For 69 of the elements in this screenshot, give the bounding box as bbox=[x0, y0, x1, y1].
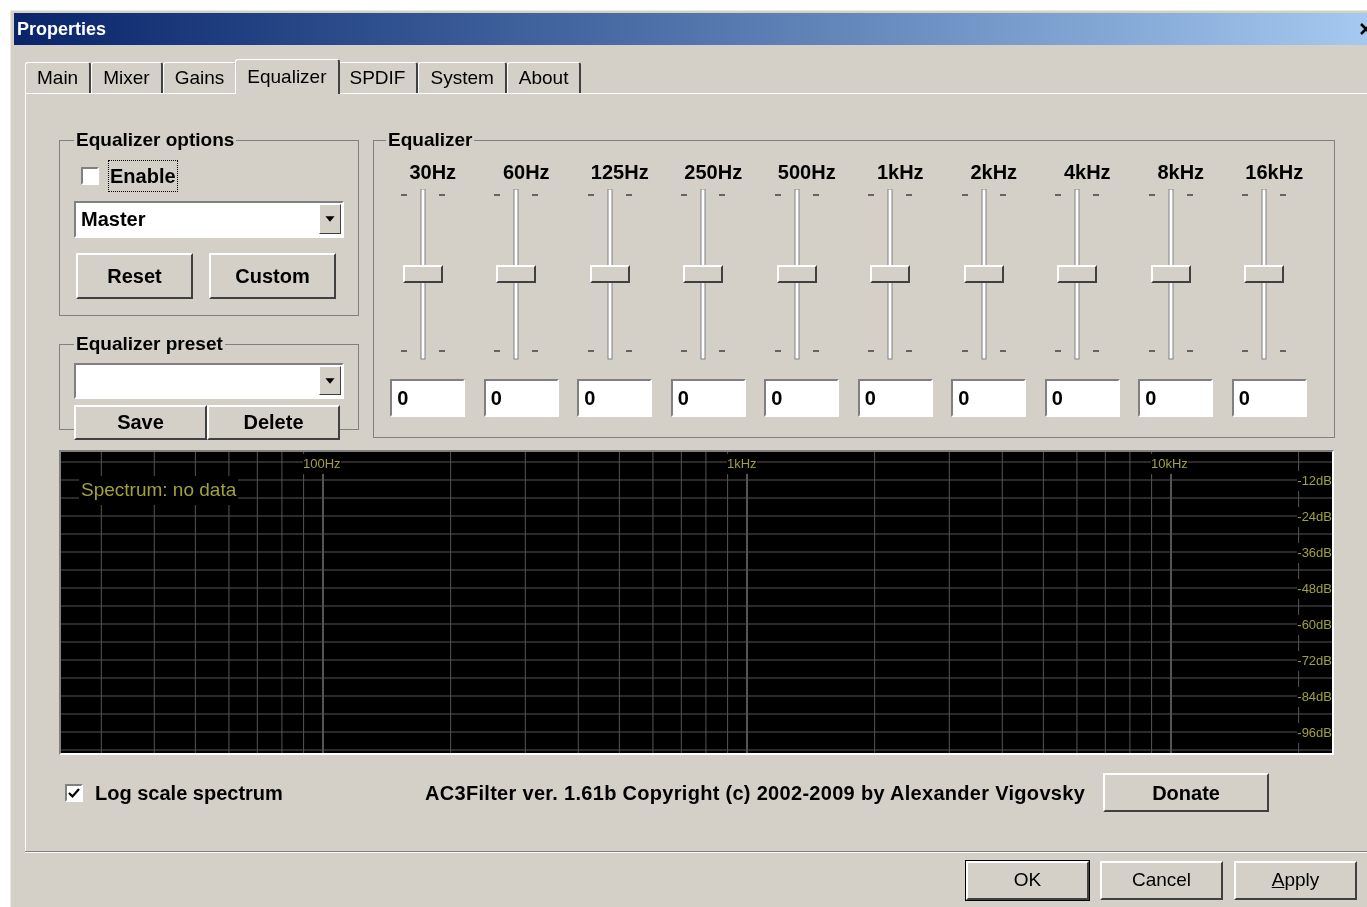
tab[interactable]: Equalizer bbox=[235, 59, 340, 94]
axis-label: -72dB bbox=[1297, 651, 1332, 671]
dialog-button[interactable]: Cancel bbox=[1100, 861, 1223, 900]
band-label: 500Hz bbox=[777, 159, 836, 185]
spectrum-status: Spectrum: no data bbox=[79, 476, 239, 505]
axis-label: -12dB bbox=[1297, 471, 1332, 491]
action-button[interactable]: Reset bbox=[76, 252, 193, 299]
band-label: 30Hz bbox=[409, 159, 457, 185]
group-title: Equalizer preset bbox=[75, 332, 224, 356]
action-button[interactable]: Custom bbox=[209, 252, 336, 299]
slider-thumb[interactable] bbox=[870, 264, 911, 283]
checkbox[interactable] bbox=[81, 166, 99, 185]
band-label: 16kHz bbox=[1245, 159, 1304, 185]
axis-label: -48dB bbox=[1297, 579, 1332, 599]
slider-thumb[interactable] bbox=[963, 264, 1004, 283]
band-label: 2kHz bbox=[970, 159, 1018, 185]
slider-thumb[interactable] bbox=[1150, 264, 1191, 283]
tab[interactable]: Main bbox=[25, 62, 92, 93]
tab[interactable]: SPDIF bbox=[337, 62, 419, 93]
donate-button[interactable]: Donate bbox=[1103, 773, 1270, 812]
band-label: 4kHz bbox=[1063, 159, 1111, 185]
axis-label: 1kHz bbox=[727, 454, 757, 474]
band-label: 8kHz bbox=[1157, 159, 1205, 185]
value-field[interactable]: 0 bbox=[1044, 378, 1120, 417]
tab[interactable]: System bbox=[418, 62, 507, 93]
checkbox-label[interactable]: Enable bbox=[109, 160, 177, 191]
value-field[interactable]: 0 bbox=[951, 378, 1027, 417]
checkbox-label[interactable]: Log scale spectrum bbox=[95, 777, 283, 808]
axis-label: 10kHz bbox=[1151, 454, 1188, 474]
slider-thumb[interactable] bbox=[1244, 264, 1285, 283]
slider-thumb[interactable] bbox=[589, 264, 630, 283]
axis-label: -96dB bbox=[1297, 723, 1332, 743]
band-label: 250Hz bbox=[684, 159, 743, 185]
copyright-text: AC3Filter ver. 1.61b Copyright (c) 2002-2009 by Alexander Vigovsky bbox=[425, 780, 1086, 806]
slider-thumb[interactable] bbox=[402, 264, 443, 283]
tab[interactable]: Mixer bbox=[91, 62, 163, 93]
action-button[interactable]: Delete bbox=[207, 404, 340, 440]
dialog-button[interactable]: OK bbox=[966, 861, 1089, 900]
slider-thumb[interactable] bbox=[1057, 264, 1098, 283]
axis-label: -60dB bbox=[1297, 615, 1332, 635]
axis-label: 100Hz bbox=[303, 454, 341, 474]
value-field[interactable]: 0 bbox=[1138, 378, 1214, 417]
slider-thumb[interactable] bbox=[496, 264, 537, 283]
window-title: Properties bbox=[16, 17, 107, 41]
channel-dropdown[interactable]: Master bbox=[74, 200, 344, 238]
band-label: 60Hz bbox=[502, 159, 550, 185]
band-label: 1kHz bbox=[876, 159, 924, 185]
band-label: 125Hz bbox=[590, 159, 649, 185]
value-field[interactable]: 0 bbox=[1231, 378, 1307, 417]
value-field[interactable]: 0 bbox=[857, 378, 933, 417]
value-field[interactable]: 0 bbox=[670, 378, 746, 417]
dialog-button[interactable]: Apply bbox=[1234, 861, 1357, 900]
action-button[interactable]: Save bbox=[74, 404, 207, 440]
value-field[interactable]: 0 bbox=[390, 378, 466, 417]
value-field[interactable]: 0 bbox=[577, 378, 653, 417]
check-icon bbox=[68, 786, 80, 799]
slider-thumb[interactable] bbox=[776, 264, 817, 283]
tab[interactable]: Gains bbox=[162, 62, 238, 93]
tab[interactable]: About bbox=[506, 62, 582, 93]
value-field[interactable]: 0 bbox=[764, 378, 840, 417]
axis-label: -84dB bbox=[1297, 687, 1332, 707]
preset-dropdown[interactable] bbox=[74, 362, 344, 399]
slider-thumb[interactable] bbox=[683, 264, 724, 283]
axis-label: -36dB bbox=[1297, 543, 1332, 563]
group-title: Equalizer options bbox=[75, 128, 236, 152]
value-field[interactable]: 0 bbox=[483, 378, 559, 417]
group-title: Equalizer bbox=[387, 128, 474, 152]
checkbox[interactable] bbox=[65, 783, 83, 802]
axis-label: -24dB bbox=[1297, 507, 1332, 527]
